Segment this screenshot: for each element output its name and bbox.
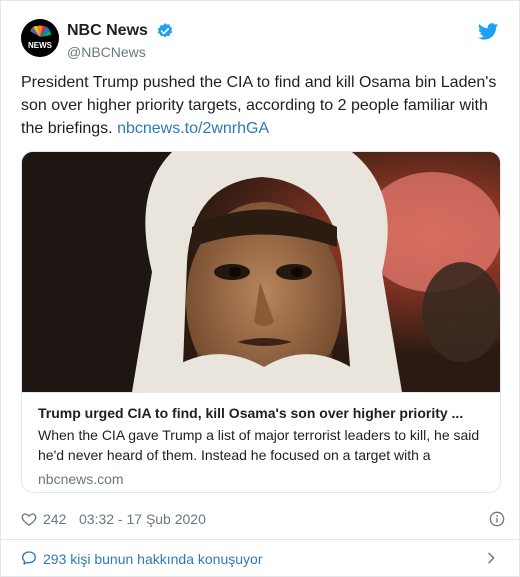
card-domain: nbcnews.com [38, 471, 124, 487]
tweet-meta: 242 03:32 - 17 Şub 2020 [21, 509, 505, 531]
conversation-link[interactable]: 293 kişi bunun hakkında konuşuyor [21, 547, 505, 571]
divider [1, 539, 520, 540]
conversation-label[interactable]: 293 kişi bunun hakkında konuşuyor [43, 551, 262, 567]
twitter-bird-icon[interactable] [477, 21, 499, 43]
link-preview-card[interactable]: Trump urged CIA to find, kill Osama's so… [21, 151, 501, 493]
tweet-text: President Trump pushed the CIA to find a… [21, 71, 505, 140]
timestamp[interactable]: 03:32 - 17 Şub 2020 [79, 511, 206, 527]
info-icon[interactable] [489, 511, 505, 527]
user-handle[interactable]: @NBCNews [67, 44, 174, 60]
portrait-photo [22, 152, 500, 392]
card-body[interactable]: Trump urged CIA to find, kill Osama's so… [22, 392, 500, 492]
tweet-header: NEWS NBC News @NBCNews [21, 15, 499, 65]
like-count[interactable]: 242 [43, 511, 66, 527]
avatar[interactable]: NEWS [21, 19, 59, 57]
heart-icon[interactable] [21, 511, 37, 527]
card-title[interactable]: Trump urged CIA to find, kill Osama's so… [38, 403, 486, 423]
author-info[interactable]: NBC News @NBCNews [67, 22, 174, 60]
speech-bubble-icon [22, 551, 36, 565]
display-name[interactable]: NBC News [67, 22, 148, 40]
chevron-right-icon[interactable] [483, 550, 499, 566]
tweet-embed: NEWS NBC News @NBCNews President Trump p… [0, 0, 520, 577]
card-image[interactable] [22, 152, 500, 392]
card-description: When the CIA gave Trump a list of major … [38, 427, 480, 463]
tweet-link[interactable]: nbcnews.to/2wnrhGA [117, 120, 269, 137]
verified-badge-icon [158, 23, 173, 38]
nbc-peacock-logo-icon: NEWS [21, 19, 59, 57]
avatar-text: NEWS [28, 41, 53, 50]
